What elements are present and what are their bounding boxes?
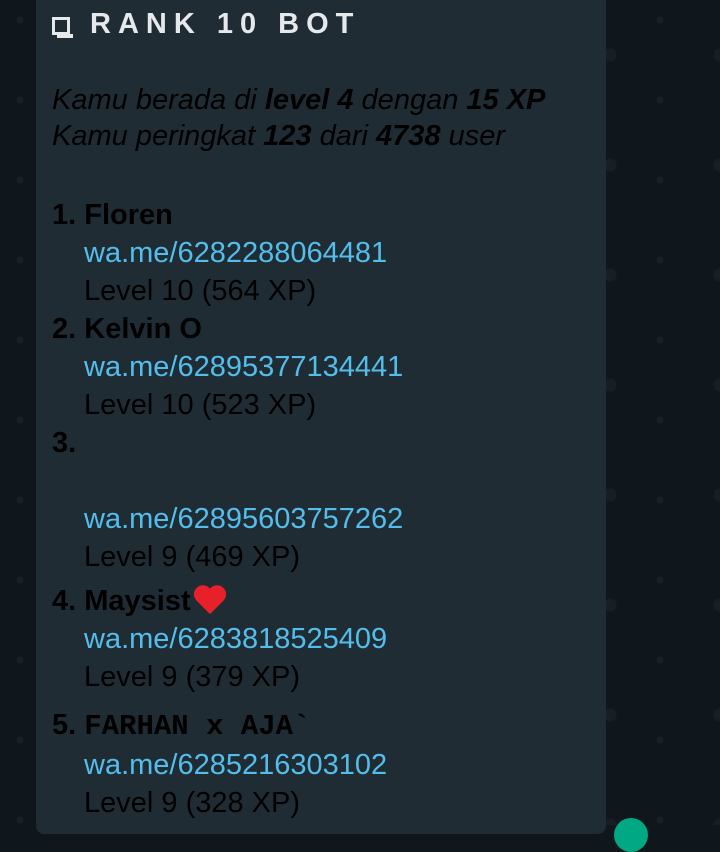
user-level-xp: Level 10 (564 XP) — [84, 275, 317, 307]
list-item: 3. wa.me/62895603757262 Level 9 (469 XP) — [52, 424, 592, 576]
user-link[interactable]: wa.me/62895603757262 — [84, 500, 592, 538]
user-link[interactable]: wa.me/6282288064481 — [84, 234, 592, 272]
user-name: Maysist — [84, 585, 191, 617]
total-users: 4738 — [376, 120, 441, 152]
user-name: FARHAN x AJA` — [84, 710, 311, 743]
user-level-xp: Level 9 (328 XP) — [84, 787, 301, 819]
user-level: level 4 — [264, 84, 354, 116]
user-level-xp: Level 9 (469 XP) — [84, 541, 301, 573]
user-link[interactable]: wa.me/6285216303102 — [84, 746, 592, 784]
user-rank: 123 — [263, 120, 312, 152]
list-item: 5. FARHAN x AJA` wa.me/6285216303102 Lev… — [52, 706, 592, 822]
intro-text: Kamu berada di level 4 dengan 15 XP Kamu… — [52, 82, 545, 154]
intro-line-2: Kamu peringkat 123 dari 4738 user — [52, 120, 506, 152]
rank-number: 2. — [52, 313, 77, 345]
user-xp: 15 XP — [466, 84, 546, 116]
user-level-xp: Level 10 (523 XP) — [84, 389, 317, 421]
user-link[interactable]: wa.me/6283818525409 — [84, 620, 592, 658]
user-name: Kelvin O — [84, 313, 202, 345]
bot-title: RANK 10 BOT — [90, 8, 361, 40]
scroll-down-button[interactable] — [614, 818, 648, 852]
intro-line-1: Kamu berada di level 4 dengan 15 XP — [52, 84, 546, 116]
message-header: RANK 10 BOT — [52, 8, 360, 41]
list-item: 2. Kelvin O wa.me/62895377134441 Level 1… — [52, 310, 592, 424]
rank-number: 1. — [52, 199, 77, 231]
list-item: 4. Maysist wa.me/6283818525409 Level 9 (… — [52, 582, 592, 696]
user-name: Floren — [84, 199, 173, 231]
red-heart-icon — [193, 584, 227, 616]
rank-number: 5. — [52, 709, 77, 741]
rank-number: 3. — [52, 427, 77, 459]
checkbox-icon — [52, 16, 73, 38]
user-level-xp: Level 9 (379 XP) — [84, 661, 301, 693]
rank-number: 4. — [52, 585, 77, 617]
list-item: 1. Floren wa.me/6282288064481 Level 10 (… — [52, 196, 592, 310]
user-link[interactable]: wa.me/62895377134441 — [84, 348, 592, 386]
